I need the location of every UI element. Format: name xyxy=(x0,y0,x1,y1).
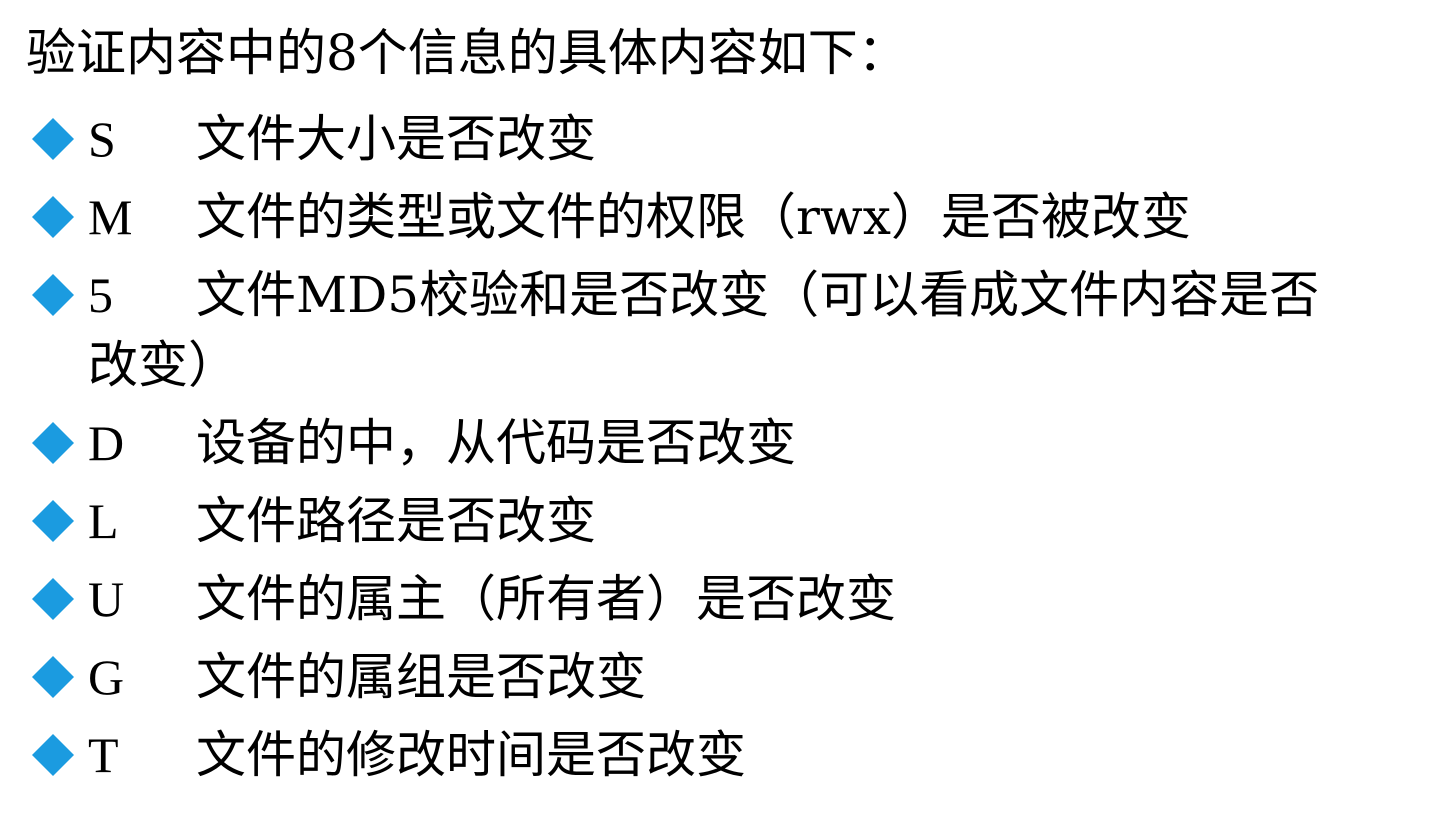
diamond-bullet-icon xyxy=(28,260,78,330)
item-code: L xyxy=(88,493,119,549)
item-description: 文件MD5校验和是否改变（可以看成文件内容是否 xyxy=(196,266,1320,324)
list-item: L 文件路径是否改变 xyxy=(28,482,1428,560)
item-description: 设备的中，从代码是否改变 xyxy=(196,414,796,472)
diamond-bullet-icon xyxy=(28,482,78,560)
item-code: U xyxy=(88,571,125,627)
item-code: T xyxy=(88,727,119,783)
list-item: T 文件的修改时间是否改变 xyxy=(28,716,1428,794)
diamond-bullet-icon xyxy=(28,178,78,256)
item-code: 5 xyxy=(88,267,113,323)
item-code: D xyxy=(88,415,125,471)
list-item: S 文件大小是否改变 xyxy=(28,100,1428,178)
item-code: G xyxy=(88,649,125,705)
item-description: 文件大小是否改变 xyxy=(196,110,596,168)
list-item: M 文件的类型或文件的权限（rwx）是否被改变 xyxy=(28,178,1428,256)
list-item: 5 文件MD5校验和是否改变（可以看成文件内容是否 改变） xyxy=(28,260,1428,400)
list-item: D 设备的中，从代码是否改变 xyxy=(28,404,1428,482)
item-description: 文件的修改时间是否改变 xyxy=(196,726,746,784)
list-item: U 文件的属主（所有者）是否改变 xyxy=(28,560,1428,638)
item-description-continued: 改变） xyxy=(88,336,238,394)
diamond-bullet-icon xyxy=(28,100,78,178)
diamond-bullet-icon xyxy=(28,638,78,716)
item-code: M xyxy=(88,189,133,245)
item-description: 文件的类型或文件的权限（rwx）是否被改变 xyxy=(196,188,1191,246)
item-description: 文件的属组是否改变 xyxy=(196,648,646,706)
item-code: S xyxy=(88,111,116,167)
verification-list: S 文件大小是否改变 M 文件的类型或文件的权限（rwx）是否被改变 5 文件MD5校… xyxy=(28,100,1428,794)
slide-title: 验证内容中的8个信息的具体内容如下： xyxy=(26,24,908,82)
list-item: G 文件的属组是否改变 xyxy=(28,638,1428,716)
diamond-bullet-icon xyxy=(28,716,78,794)
item-description: 文件的属主（所有者）是否改变 xyxy=(196,570,896,628)
diamond-bullet-icon xyxy=(28,560,78,638)
diamond-bullet-icon xyxy=(28,404,78,482)
slide: 验证内容中的8个信息的具体内容如下： S 文件大小是否改变 M 文件的类型或文件的权… xyxy=(0,0,1430,816)
item-description: 文件路径是否改变 xyxy=(196,492,596,550)
